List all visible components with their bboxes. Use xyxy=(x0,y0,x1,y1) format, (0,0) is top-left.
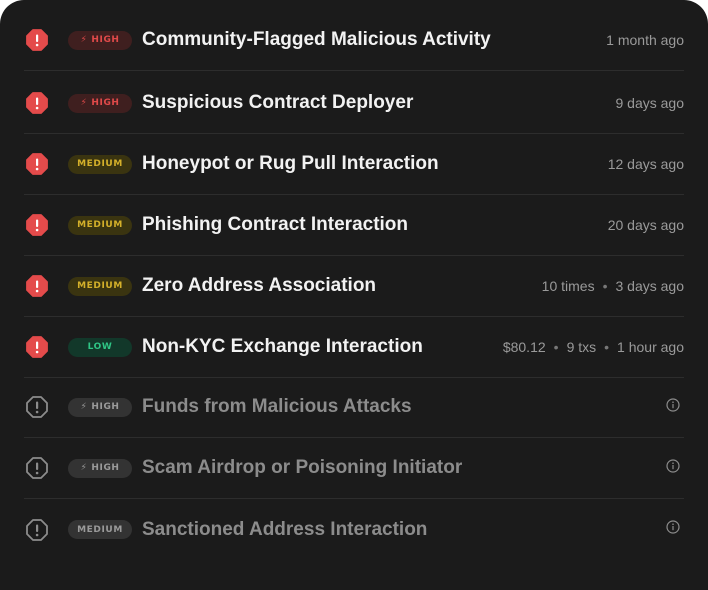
risk-title: Scam Airdrop or Poisoning Initiator xyxy=(142,457,463,478)
alert-octagon-icon xyxy=(24,334,50,360)
separator-dot: • xyxy=(602,278,608,294)
risk-meta: $80.12 • 9 txs • 1 hour ago xyxy=(503,339,684,355)
meta-value: 9 txs xyxy=(566,339,597,355)
meta-value: $80.12 xyxy=(502,339,546,355)
meta-value: 9 days ago xyxy=(615,95,685,111)
separator-dot: • xyxy=(604,339,610,355)
separator-dot: • xyxy=(553,339,559,355)
severity-label: HIGH xyxy=(91,402,120,412)
lightning-icon: ⚡ xyxy=(80,402,88,412)
severity-label: HIGH xyxy=(91,98,120,108)
severity-label: HIGH xyxy=(91,35,120,45)
severity-label: MEDIUM xyxy=(77,159,123,169)
risk-title: Honeypot or Rug Pull Interaction xyxy=(142,153,439,174)
alert-octagon-icon xyxy=(24,90,50,116)
lightning-icon: ⚡ xyxy=(80,35,88,45)
alert-octagon-icon xyxy=(24,151,50,177)
info-icon[interactable] xyxy=(666,520,680,539)
risk-title: Sanctioned Address Interaction xyxy=(142,518,428,540)
alert-octagon-icon xyxy=(24,212,50,238)
risk-meta: 20 days ago xyxy=(608,217,684,233)
alert-octagon-icon xyxy=(24,27,50,53)
severity-label: MEDIUM xyxy=(77,281,123,291)
risk-row[interactable]: ⚡ HIGH Community-Flagged Malicious Activit… xyxy=(24,10,684,71)
risk-title: Phishing Contract Interaction xyxy=(142,214,409,235)
meta-value: 20 days ago xyxy=(607,217,684,233)
risk-meta: 1 month ago xyxy=(606,32,684,48)
risk-title: Zero Address Association xyxy=(142,275,377,296)
meta-value: 10 times xyxy=(541,278,595,294)
lightning-icon: ⚡ xyxy=(80,463,88,473)
alert-octagon-outline-icon xyxy=(24,394,50,420)
lightning-icon: ⚡ xyxy=(80,98,88,108)
meta-value: 1 month ago xyxy=(606,32,684,48)
severity-badge: MEDIUM xyxy=(68,276,132,296)
alert-octagon-outline-icon xyxy=(24,517,50,543)
severity-badge: MEDIUM xyxy=(68,154,132,174)
risk-meta: 9 days ago xyxy=(616,95,685,111)
risk-row[interactable]: MEDIUM Zero Address Association 10 times • 3… xyxy=(24,256,684,317)
severity-badge: ⚡ HIGH xyxy=(68,397,132,417)
severity-label: MEDIUM xyxy=(77,524,123,535)
severity-badge: MEDIUM xyxy=(68,215,132,235)
alert-octagon-icon xyxy=(24,273,50,299)
severity-badge: ⚡ HIGH xyxy=(68,458,132,478)
risk-title: Funds from Malicious Attacks xyxy=(142,396,412,417)
info-icon[interactable] xyxy=(666,458,680,478)
risk-row[interactable]: MEDIUM Sanctioned Address Interaction xyxy=(24,499,684,560)
severity-label: LOW xyxy=(87,342,113,352)
severity-badge: ⚡ HIGH xyxy=(68,30,132,50)
meta-value: 1 hour ago xyxy=(617,339,684,355)
risk-meta: 12 days ago xyxy=(608,156,684,172)
risk-row[interactable]: ⚡ HIGH Suspicious Contract Deployer 9 days … xyxy=(24,73,684,134)
risk-meta: 10 times • 3 days ago xyxy=(542,278,684,294)
risk-title: Community-Flagged Malicious Activity xyxy=(142,29,491,50)
meta-value: 12 days ago xyxy=(607,156,684,172)
severity-label: HIGH xyxy=(91,463,120,473)
meta-value: 3 days ago xyxy=(615,278,685,294)
risk-title: Non-KYC Exchange Interaction xyxy=(142,336,423,357)
risk-row[interactable]: MEDIUM Phishing Contract Interaction 20 da… xyxy=(24,195,684,256)
risk-panel: ⚡ HIGH Community-Flagged Malicious Activit… xyxy=(0,0,708,590)
risk-row[interactable]: MEDIUM Honeypot or Rug Pull Interaction 12… xyxy=(24,134,684,195)
severity-label: MEDIUM xyxy=(77,220,123,230)
severity-badge: ⚡ HIGH xyxy=(68,93,132,113)
risk-row[interactable]: ⚡ HIGH Scam Airdrop or Poisoning Initiator xyxy=(24,438,684,499)
risk-row[interactable]: LOW Non-KYC Exchange Interaction $80.12 • 9 … xyxy=(24,317,684,378)
severity-badge: LOW xyxy=(68,337,132,357)
severity-badge: MEDIUM xyxy=(68,520,132,539)
info-icon[interactable] xyxy=(666,397,680,417)
alert-octagon-outline-icon xyxy=(24,455,50,481)
risk-title: Suspicious Contract Deployer xyxy=(142,92,414,113)
risk-row[interactable]: ⚡ HIGH Funds from Malicious Attacks xyxy=(24,377,684,438)
